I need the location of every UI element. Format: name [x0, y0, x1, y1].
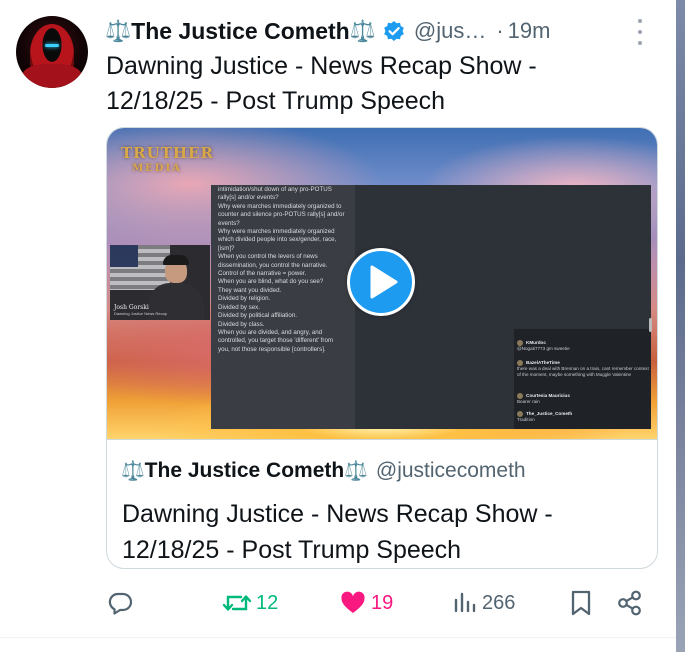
bookmark-button[interactable] [568, 583, 594, 623]
background-strip [676, 0, 685, 652]
chat-avatar [517, 340, 523, 346]
slide-line: When you are blind, what do you see? [218, 278, 324, 286]
scale-icon: ⚖️ [344, 460, 368, 482]
host-cap [163, 255, 189, 265]
slide-line: Divided by religion. [218, 295, 271, 303]
play-icon [370, 265, 398, 299]
bookmark-icon [571, 590, 591, 616]
views-icon [454, 592, 476, 613]
live-chat-panel: KMurdoc @Nogati7773 gm sweetie BazelATheT… [514, 329, 651, 429]
post-header: ⚖️ The Justice Cometh ⚖️ @jus… · 19m [105, 16, 550, 46]
scale-icon: ⚖️ [105, 19, 132, 43]
slide-line: [ism]? [218, 244, 235, 252]
reply-icon [108, 592, 133, 615]
like-icon [341, 591, 365, 613]
repost-icon [222, 595, 252, 611]
scale-icon: ⚖️ [349, 19, 376, 43]
avatar-eyes [45, 44, 59, 47]
chat-message: The_Justice_Cometh Tradition [517, 411, 649, 423]
card-title: Dawning Justice - News Recap Show - 12/1… [122, 496, 652, 568]
views-count: 266 [482, 591, 516, 614]
slide-text-panel: intimidation/shut down of any pro-POTUS … [211, 185, 355, 429]
reply-button[interactable] [106, 583, 138, 623]
slide-line: counter and silence pro-POTUS rally[s] a… [218, 211, 345, 219]
slide-line: Control of the narrative = power. [218, 270, 307, 278]
webcam-feed: Josh Gorski Dawning Justice News Recap [110, 245, 210, 320]
card-author: ⚖️ The Justice Cometh ⚖️ @justicecometh [121, 458, 526, 484]
post-text-line: 12/18/25 - Post Trump Speech [106, 87, 446, 115]
share-icon [618, 590, 641, 616]
more-dot [638, 30, 642, 34]
repost-count: 12 [256, 591, 279, 614]
chat-user: The_Justice_Cometh [526, 411, 573, 417]
slide-line: intimidation/shut down of any pro-POTUS [218, 186, 332, 193]
stream-scrollbar [649, 318, 652, 332]
webcam-name: Josh Gorski [114, 304, 149, 311]
chat-text: Bearer rain [517, 399, 540, 405]
post-text-line: Dawning Justice - News Recap Show - [106, 52, 537, 80]
repost-button[interactable]: 12 [222, 583, 278, 623]
chat-message: Courtesia Mauricius Bearer rain [517, 393, 649, 405]
slide-line: Why were marches immediately organized t… [218, 202, 342, 210]
slide-line: When you control the levers of news [218, 253, 318, 261]
author-handle[interactable]: @jus… [414, 18, 486, 44]
more-dot [638, 19, 642, 23]
views-button[interactable]: 266 [452, 583, 515, 623]
post-time[interactable]: 19m [508, 18, 551, 44]
more-icon[interactable] [634, 19, 646, 45]
logo-line: MEDIA [132, 163, 182, 174]
chat-user: KMurdoc [526, 340, 546, 346]
slide-line: events? [218, 219, 240, 227]
slide-line: They want you divided. [218, 286, 282, 294]
slide-line: dissemination, you control the narrative… [218, 261, 328, 269]
chat-message: BazelATheTime there was a deal with Brenn… [517, 360, 649, 378]
chat-user: BazelATheTime [526, 360, 560, 366]
video-thumbnail[interactable]: TRUTHER MEDIA intimidation/shut down of … [107, 128, 657, 439]
chat-text: @Nogati7773 gm sweetie [517, 346, 570, 352]
chat-avatar [517, 411, 523, 417]
chat-avatar [517, 360, 523, 366]
slide-line: controlled, you target those 'different'… [218, 337, 334, 345]
card-author-handle: @justicecometh [375, 459, 526, 482]
verified-badge-icon[interactable] [383, 20, 405, 42]
slide-line: Divided by political affiliation. [218, 312, 297, 320]
truther-media-logo: TRUTHER MEDIA [121, 144, 214, 176]
chat-user: Courtesia Mauricius [526, 393, 570, 399]
scale-icon: ⚖️ [121, 460, 145, 482]
like-button[interactable]: 19 [339, 583, 393, 623]
avatar[interactable] [16, 16, 88, 88]
slide-line: you, not those responsible [controllers]… [218, 345, 326, 353]
chat-avatar [517, 393, 523, 399]
share-button[interactable] [616, 583, 644, 623]
slide-line: Divided by sex. [218, 303, 260, 311]
slide-line: rally[s] and/or events? [218, 194, 279, 202]
action-bar: 12 19 266 [0, 583, 676, 623]
author-display-name[interactable]: The Justice Cometh [131, 18, 350, 45]
slide-line: which divided people into sex/gender, ra… [218, 236, 337, 244]
post-text: Dawning Justice - News Recap Show - 12/1… [106, 49, 656, 119]
link-card[interactable]: TRUTHER MEDIA intimidation/shut down of … [106, 127, 658, 569]
separator-dot: · [496, 18, 504, 43]
more-dot [638, 41, 642, 45]
card-title-line: 12/18/25 - Post Trump Speech [122, 536, 462, 564]
chat-message: KMurdoc @Nogati7773 gm sweetie [517, 340, 649, 352]
chat-text: Tradition [517, 417, 535, 423]
slide-line: Why were marches immediately organized [218, 228, 335, 236]
card-author-name: The Justice Cometh [144, 459, 345, 482]
like-count: 19 [371, 591, 394, 614]
avatar-coat [22, 64, 82, 88]
slide-line: When you are divided, and angry, and [218, 328, 323, 336]
card-info[interactable]: ⚖️ The Justice Cometh ⚖️ @justicecometh … [107, 439, 657, 568]
flag-canton [110, 245, 138, 267]
card-title-line: Dawning Justice - News Recap Show - [122, 500, 553, 528]
flag-backdrop [110, 245, 170, 290]
play-button[interactable] [347, 248, 415, 316]
chat-text: there was a deal with Brennan on a train… [517, 366, 649, 378]
webcam-subtitle: Dawning Justice News Recap [114, 311, 167, 316]
slide-line: Divided by class. [218, 320, 265, 328]
logo-line: TRUTHER [121, 144, 214, 162]
divider [0, 637, 676, 638]
